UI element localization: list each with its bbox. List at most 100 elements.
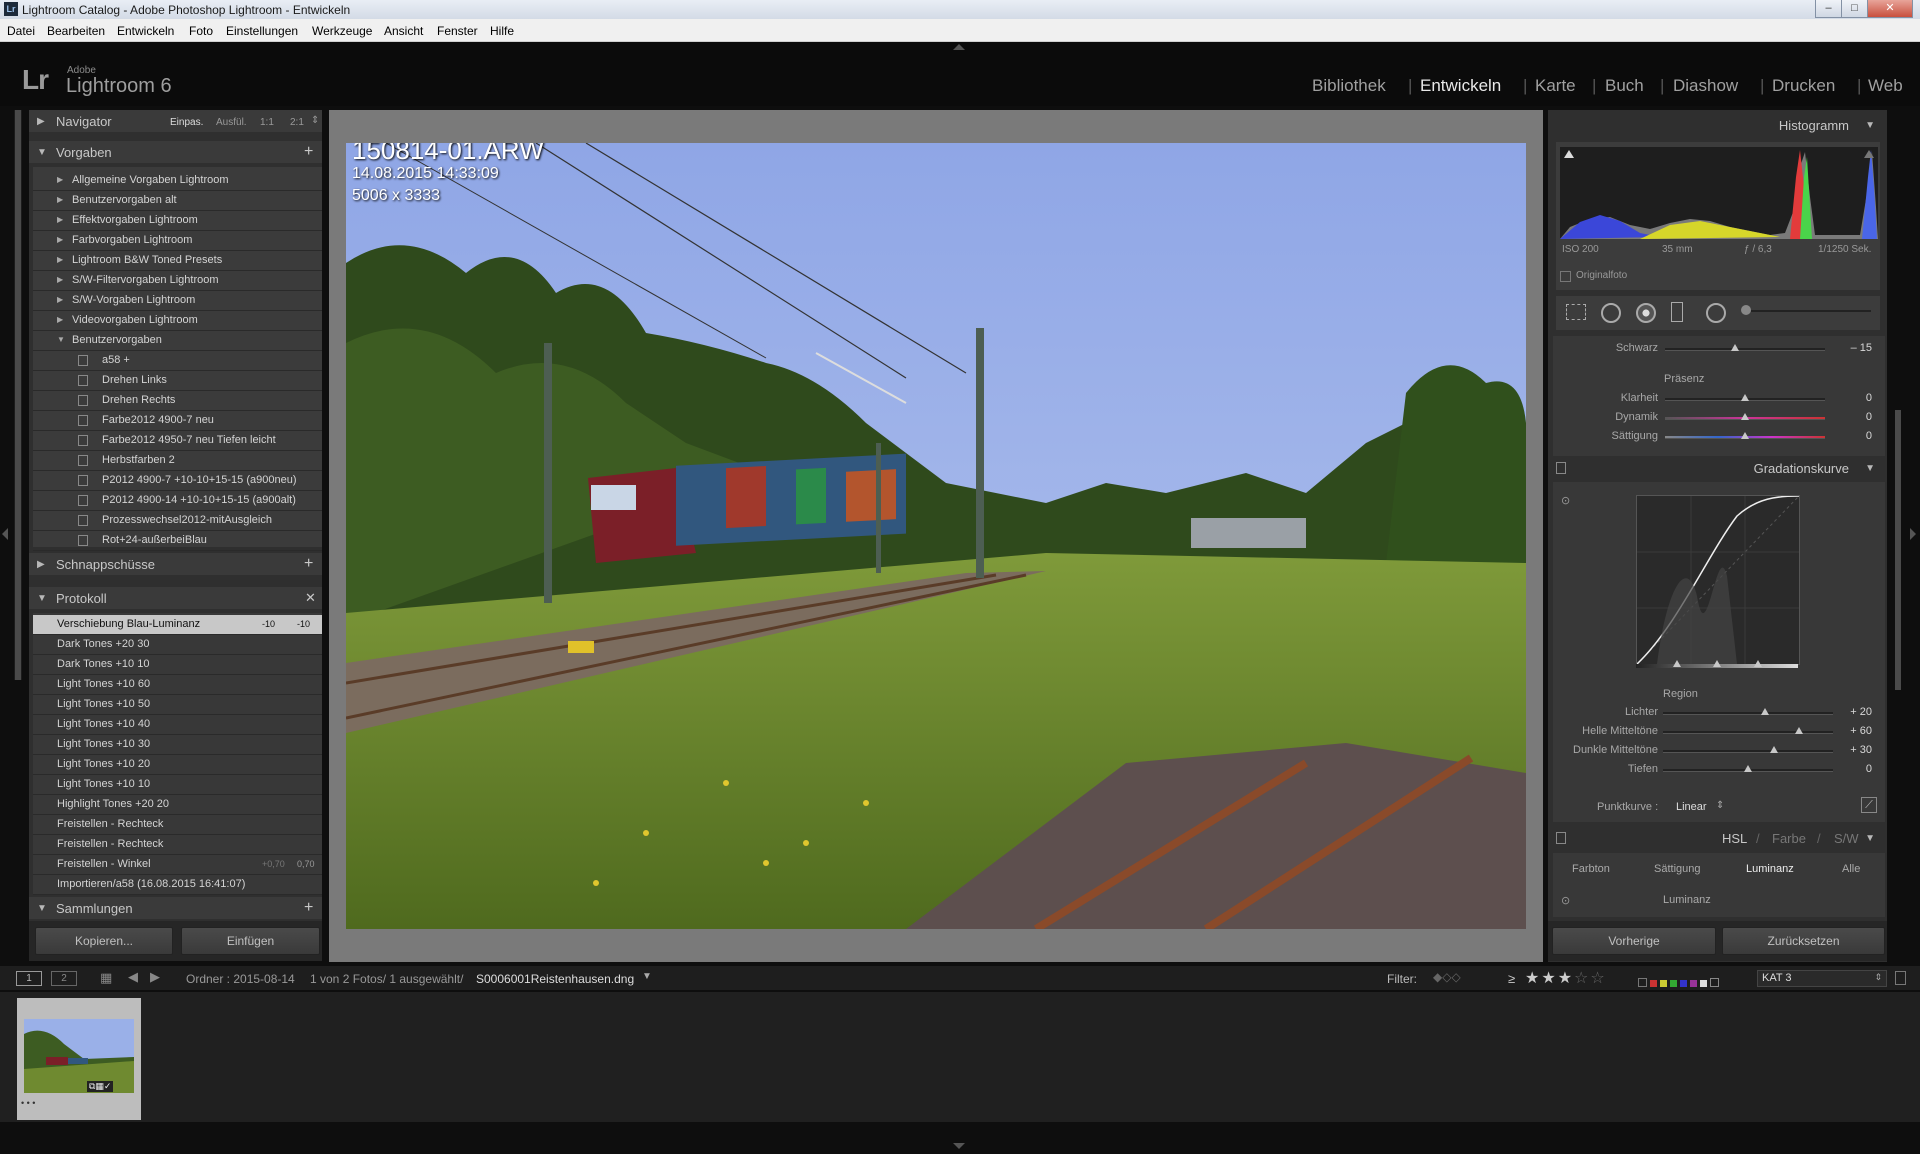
subtab-hue[interactable]: Farbton (1572, 863, 1610, 875)
color-label-none[interactable] (1700, 980, 1707, 987)
red-eye-icon[interactable] (1636, 303, 1656, 323)
preset-item[interactable]: P2012 4900-14 +10-10+15-15 (a900alt) (33, 491, 322, 511)
slider-knob[interactable] (1744, 765, 1752, 772)
color-label-blue[interactable] (1680, 980, 1687, 987)
reset-button[interactable]: Zurücksetzen (1722, 927, 1885, 955)
add-collection-icon[interactable]: + (304, 899, 313, 917)
slider-knob[interactable] (1769, 746, 1778, 753)
history-step[interactable]: Dark Tones +10 10 (33, 655, 322, 675)
rating-star-icon[interactable]: ★ (1541, 970, 1555, 987)
schwarz-slider[interactable] (1665, 348, 1825, 351)
preset-item[interactable]: a58 + (33, 351, 322, 371)
edit-point-curve-icon[interactable]: ⟋ (1861, 797, 1877, 813)
nav-option-2-1[interactable]: 2:1 (290, 117, 304, 128)
navigator-header[interactable]: ▶ Navigator Einpas. Ausfül. 1:1 2:1 ⇕ (29, 110, 322, 132)
history-step[interactable]: Light Tones +10 10 (33, 775, 322, 795)
left-panel-toggle-icon[interactable] (2, 528, 8, 540)
split-point-midtones[interactable] (1713, 660, 1721, 667)
nav-option-1-1[interactable]: 1:1 (260, 117, 274, 128)
grid-view-icon[interactable]: ▦ (100, 970, 112, 986)
split-point-highlights[interactable] (1754, 660, 1762, 667)
presets-header[interactable]: ▼ Vorgaben + (29, 141, 322, 163)
right-panel-toggle-icon[interactable] (1910, 528, 1916, 540)
menu-bearbeiten[interactable]: Bearbeiten (47, 24, 105, 38)
module-diashow[interactable]: Diashow (1673, 76, 1738, 96)
tone-curve-graph[interactable] (1636, 495, 1800, 665)
original-photo-checkbox[interactable] (1560, 271, 1571, 282)
color-label-custom[interactable] (1710, 978, 1719, 987)
hsl-tab[interactable]: HSL (1722, 831, 1747, 846)
subtab-saturation[interactable]: Sättigung (1654, 863, 1700, 875)
nav-option-fill[interactable]: Ausfül. (216, 117, 247, 128)
targeted-adjustment-icon[interactable]: ⊙ (1561, 494, 1570, 507)
preset-item[interactable]: Drehen Links (33, 371, 322, 391)
left-scrollbar-thumb[interactable] (15, 110, 21, 680)
module-web[interactable]: Web (1868, 76, 1903, 96)
menu-fenster[interactable]: Fenster (437, 24, 478, 38)
history-step[interactable]: Light Tones +10 20 (33, 755, 322, 775)
shadow-clipping-icon[interactable] (1564, 150, 1574, 158)
forward-arrow-icon[interactable]: ▶ (150, 969, 160, 985)
module-drucken[interactable]: Drucken (1772, 76, 1835, 96)
histogram-header[interactable]: Histogramm ▼ (1548, 114, 1887, 136)
subtab-luminance[interactable]: Luminanz (1746, 863, 1794, 875)
slider-knob[interactable] (1795, 727, 1803, 734)
history-step[interactable]: Freistellen - Rechteck (33, 835, 322, 855)
slider-knob[interactable] (1741, 432, 1749, 439)
chevron-down-icon[interactable]: ▼ (642, 971, 652, 982)
split-point-shadows[interactable] (1673, 660, 1681, 667)
color-label-green[interactable] (1670, 980, 1677, 987)
preset-item[interactable]: Prozesswechsel2012-mitAusgleich (33, 511, 322, 531)
preset-folder[interactable]: ▶ Farbvorgaben Lightroom (33, 231, 322, 251)
crop-tool-icon[interactable] (1566, 304, 1586, 320)
subtab-all[interactable]: Alle (1842, 863, 1860, 875)
history-step[interactable]: Importieren/a58 (16.08.2015 16:41:07) (33, 875, 322, 895)
preset-folder[interactable]: ▶ Benutzervorgaben alt (33, 191, 322, 211)
left-scrollbar-track[interactable] (14, 110, 22, 680)
main-photo[interactable]: 150814-01.ARW 14.08.2015 14:33:09 5006 x… (346, 143, 1526, 929)
back-arrow-icon[interactable]: ◀ (128, 969, 138, 985)
history-step[interactable]: Freistellen - Winkel +0,70 0,70 (33, 855, 322, 875)
color-label-red[interactable] (1638, 978, 1647, 987)
snapshots-header[interactable]: ▶ Schnappschüsse + (29, 553, 322, 575)
targeted-adjustment-icon[interactable]: ⊙ (1561, 894, 1570, 907)
previous-settings-button[interactable]: Vorherige (1552, 927, 1716, 955)
color-label-yellow[interactable] (1660, 980, 1667, 987)
history-step[interactable]: Light Tones +10 50 (33, 695, 322, 715)
color-tab[interactable]: Farbe (1772, 831, 1806, 846)
module-karte[interactable]: Karte (1535, 76, 1576, 96)
history-step[interactable]: Freistellen - Rechteck (33, 815, 322, 835)
minimize-button[interactable]: – (1815, 0, 1842, 18)
history-step[interactable]: Highlight Tones +20 20 (33, 795, 322, 815)
maximize-button[interactable]: □ (1841, 0, 1868, 18)
slider-track[interactable] (1663, 731, 1833, 734)
flag-filter-icon[interactable]: ◆◇◇ (1433, 970, 1461, 984)
color-label-red-filled[interactable] (1650, 980, 1657, 987)
slider-track[interactable] (1663, 750, 1833, 753)
close-button[interactable]: ✕ (1867, 0, 1913, 18)
main-window-view-button[interactable]: 1 (16, 971, 42, 986)
preset-item[interactable]: Rot+24-außerbeiBlau (33, 531, 322, 551)
right-scrollbar-thumb[interactable] (1895, 410, 1901, 690)
menu-entwickeln[interactable]: Entwickeln (117, 24, 174, 38)
adjustment-brush-icon[interactable] (1741, 305, 1751, 315)
menu-einstellungen[interactable]: Einstellungen (226, 24, 298, 38)
add-snapshot-icon[interactable]: + (304, 555, 313, 573)
chevron-updown-icon[interactable]: ⇕ (1716, 800, 1724, 811)
tone-curve-header[interactable]: Gradationskurve ▼ (1548, 457, 1887, 479)
menu-hilfe[interactable]: Hilfe (490, 24, 514, 38)
preset-folder[interactable]: ▶ Videovorgaben Lightroom (33, 311, 322, 331)
add-preset-icon[interactable]: + (304, 143, 313, 161)
filter-lock-icon[interactable] (1895, 971, 1906, 985)
schwarz-slider-knob[interactable] (1731, 344, 1740, 351)
rating-star-icon[interactable]: ★ (1525, 970, 1539, 987)
collections-header[interactable]: ▼ Sammlungen + (29, 897, 322, 919)
current-file-name[interactable]: S0006001Reistenhausen.dng (476, 972, 634, 986)
second-window-view-button[interactable]: 2 (51, 971, 77, 986)
point-curve-select[interactable]: Linear (1676, 801, 1707, 813)
highlight-clipping-icon[interactable] (1864, 150, 1874, 158)
history-header[interactable]: ▼ Protokoll ✕ (29, 587, 322, 609)
preset-folder[interactable]: ▶ Allgemeine Vorgaben Lightroom (33, 171, 322, 191)
preset-folder[interactable]: ▶ S/W-Filtervorgaben Lightroom (33, 271, 322, 291)
nav-zoom-stepper-icon[interactable]: ⇕ (311, 115, 319, 126)
